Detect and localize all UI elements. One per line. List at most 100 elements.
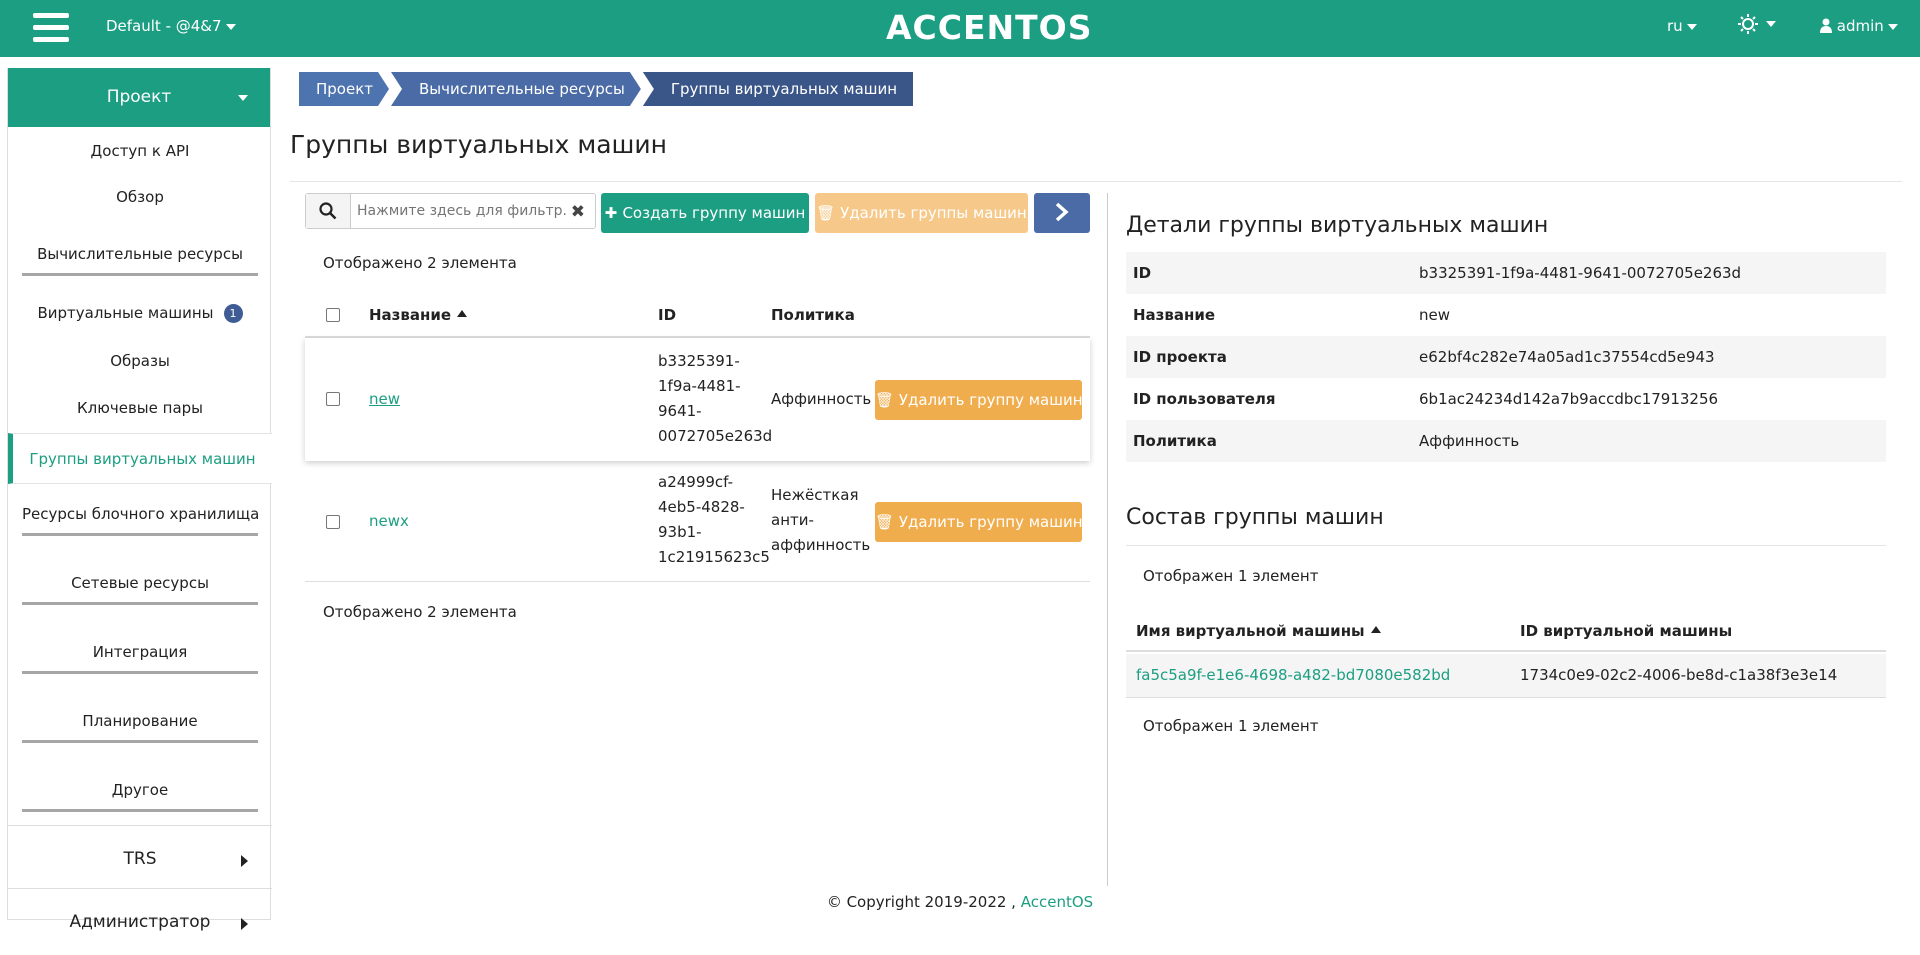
detail-row: Политика Аффинность bbox=[1126, 420, 1886, 462]
chevron-down-icon bbox=[238, 95, 248, 101]
server-group-id: a24999cf- 4eb5-4828- 93b1- 1c21915623c5 bbox=[658, 473, 770, 566]
sidebar-project-header[interactable]: Проект bbox=[8, 68, 270, 127]
detail-value: e62bf4c282e74a05ad1c37554cd5e943 bbox=[1419, 348, 1715, 366]
members-title: Состав группы машин bbox=[1126, 505, 1384, 530]
expand-panel-button[interactable] bbox=[1034, 193, 1090, 233]
project-selector-label: Default - @4&7 bbox=[106, 17, 222, 35]
user-icon bbox=[1820, 18, 1832, 33]
delete-server-group-button[interactable]: 🗑 Удалить группу машин bbox=[875, 380, 1083, 420]
sidebar-group-network[interactable]: Сетевые ресурсы bbox=[22, 574, 258, 605]
sidebar-group-integration[interactable]: Интеграция bbox=[22, 643, 258, 674]
server-group-policy: Аффинность bbox=[771, 390, 872, 408]
column-vm-id-header[interactable]: ID виртуальной машины bbox=[1520, 622, 1732, 640]
sidebar-item-images[interactable]: Образы bbox=[8, 352, 272, 370]
detail-row: ID b3325391-1f9a-4481-9641-0072705e263d bbox=[1126, 252, 1886, 294]
accentos-link[interactable]: AccentOS bbox=[1021, 893, 1093, 911]
detail-label: ID проекта bbox=[1133, 348, 1227, 366]
filter-input[interactable] bbox=[357, 201, 567, 221]
row-checkbox[interactable] bbox=[326, 392, 340, 406]
panel-divider bbox=[1107, 193, 1108, 886]
theme-selector[interactable] bbox=[1738, 14, 1776, 34]
chevron-down-icon bbox=[225, 23, 236, 30]
clear-filter-icon[interactable]: ✖ bbox=[571, 202, 585, 222]
sidebar-section-trs[interactable]: TRS bbox=[8, 825, 272, 891]
breadcrumb: Проект Вычислительные ресурсы Группы вир… bbox=[299, 72, 915, 106]
server-group-policy: Нежёсткая анти-аффинность bbox=[771, 486, 871, 554]
sidebar-item-server-groups[interactable]: Группы виртуальных машин bbox=[8, 433, 272, 484]
sun-icon bbox=[1738, 14, 1758, 34]
table-header: Название ID Политика bbox=[305, 296, 1090, 338]
divider bbox=[1126, 545, 1886, 546]
delete-server-groups-button[interactable]: 🗑 Удалить группы машин bbox=[815, 193, 1028, 233]
detail-value: new bbox=[1419, 306, 1451, 324]
select-all-checkbox[interactable] bbox=[326, 308, 340, 322]
language-label: ru bbox=[1667, 17, 1683, 35]
row-checkbox[interactable] bbox=[326, 515, 340, 529]
language-selector[interactable]: ru bbox=[1667, 17, 1697, 35]
create-server-group-button[interactable]: ✚ Создать группу машин bbox=[601, 193, 809, 233]
detail-row: ID пользователя 6b1ac24234d142a7b9accdbc1… bbox=[1126, 378, 1886, 420]
instances-count-badge: 1 bbox=[223, 304, 243, 323]
chevron-down-icon bbox=[1887, 23, 1898, 30]
user-menu[interactable]: admin bbox=[1820, 17, 1898, 35]
project-selector[interactable]: Default - @4&7 bbox=[106, 17, 236, 35]
sidebar-group-compute[interactable]: Вычислительные ресурсы bbox=[22, 245, 258, 276]
sort-asc-icon bbox=[1370, 626, 1381, 633]
sidebar-section-label: TRS bbox=[123, 849, 157, 869]
search-icon bbox=[319, 202, 337, 220]
details-table: ID b3325391-1f9a-4481-9641-0072705e263d Н… bbox=[1126, 252, 1886, 462]
sidebar-group-volumes[interactable]: Ресурсы блочного хранилища bbox=[22, 505, 259, 536]
table-row: new b3325391- 1f9a-4481- 9641- 0072705e263d… bbox=[305, 338, 1090, 461]
server-group-link[interactable]: newx bbox=[369, 509, 409, 534]
breadcrumb-server-groups: Группы виртуальных машин bbox=[642, 72, 914, 106]
column-label: Имя виртуальной машины bbox=[1136, 622, 1365, 640]
table-row: fa5c5a9f-e1e6-4698-a482-bd7080e582bd 173… bbox=[1126, 654, 1886, 698]
filter-box: ✖ bbox=[305, 193, 596, 229]
breadcrumb-compute[interactable]: Вычислительные ресурсы bbox=[391, 72, 641, 106]
detail-row: ID проекта e62bf4c282e74a05ad1c37554cd5e9… bbox=[1126, 336, 1886, 378]
column-id-header[interactable]: ID bbox=[658, 306, 676, 324]
column-policy-header[interactable]: Политика bbox=[771, 306, 855, 324]
sidebar-group-other[interactable]: Другое bbox=[22, 781, 258, 812]
sidebar-item-key-pairs[interactable]: Ключевые пары bbox=[8, 399, 272, 417]
chevron-down-icon bbox=[1766, 21, 1776, 27]
chevron-right-icon bbox=[1055, 202, 1069, 222]
top-navbar: Default - @4&7 ACCENTOS ru admin bbox=[0, 0, 1920, 57]
footer: © Copyright 2019-2022 , AccentOS bbox=[0, 893, 1920, 911]
members-count-bottom: Отображен 1 элемент bbox=[1143, 717, 1319, 735]
sort-asc-icon bbox=[457, 310, 468, 317]
sidebar-item-label: Виртуальные машины bbox=[37, 304, 214, 322]
copyright-text: © Copyright 2019-2022 , bbox=[826, 893, 1016, 911]
items-count-bottom: Отображено 2 элемента bbox=[323, 603, 517, 621]
members-table-header: Имя виртуальной машины ID виртуальной ма… bbox=[1126, 612, 1886, 652]
sidebar: Проект Доступ к API Обзор Вычислительные… bbox=[7, 68, 272, 932]
members-count-top: Отображен 1 элемент bbox=[1143, 567, 1319, 585]
column-name-header[interactable]: Название bbox=[369, 306, 468, 324]
detail-value: 6b1ac24234d142a7b9accdbc17913256 bbox=[1419, 390, 1719, 408]
page-title: Группы виртуальных машин bbox=[290, 130, 668, 159]
search-button[interactable] bbox=[306, 194, 351, 228]
detail-row: Название new bbox=[1126, 294, 1886, 336]
column-vm-name-header[interactable]: Имя виртуальной машины bbox=[1136, 622, 1381, 640]
sidebar-item-instances[interactable]: Виртуальные машины 1 bbox=[8, 304, 272, 323]
items-count-top: Отображено 2 элемента bbox=[323, 254, 517, 272]
divider bbox=[290, 181, 1902, 182]
sidebar-item-overview[interactable]: Обзор bbox=[8, 188, 272, 206]
server-group-id: b3325391- 1f9a-4481- 9641- 0072705e263d bbox=[658, 352, 773, 445]
sidebar-section-label: Администратор bbox=[69, 912, 211, 932]
hamburger-menu-icon[interactable] bbox=[33, 13, 69, 43]
delete-button-label: Удалить группу машин bbox=[898, 391, 1083, 409]
breadcrumb-project[interactable]: Проект bbox=[299, 72, 389, 106]
sidebar-item-api-access[interactable]: Доступ к API bbox=[8, 142, 272, 160]
column-label: Название bbox=[369, 306, 452, 324]
trash-icon: 🗑 bbox=[816, 204, 841, 222]
detail-value: Аффинность bbox=[1419, 432, 1520, 450]
vm-link[interactable]: fa5c5a9f-e1e6-4698-a482-bd7080e582bd bbox=[1136, 663, 1450, 688]
sidebar-project-label: Проект bbox=[106, 87, 172, 107]
server-group-link[interactable]: new bbox=[369, 387, 400, 412]
accentos-logo: ACCENTOS bbox=[886, 8, 1093, 47]
trash-icon: 🗑 bbox=[875, 513, 899, 531]
delete-server-group-button[interactable]: 🗑 Удалить группу машин bbox=[875, 502, 1083, 542]
detail-label: Название bbox=[1133, 306, 1216, 324]
sidebar-group-planning[interactable]: Планирование bbox=[22, 712, 258, 743]
